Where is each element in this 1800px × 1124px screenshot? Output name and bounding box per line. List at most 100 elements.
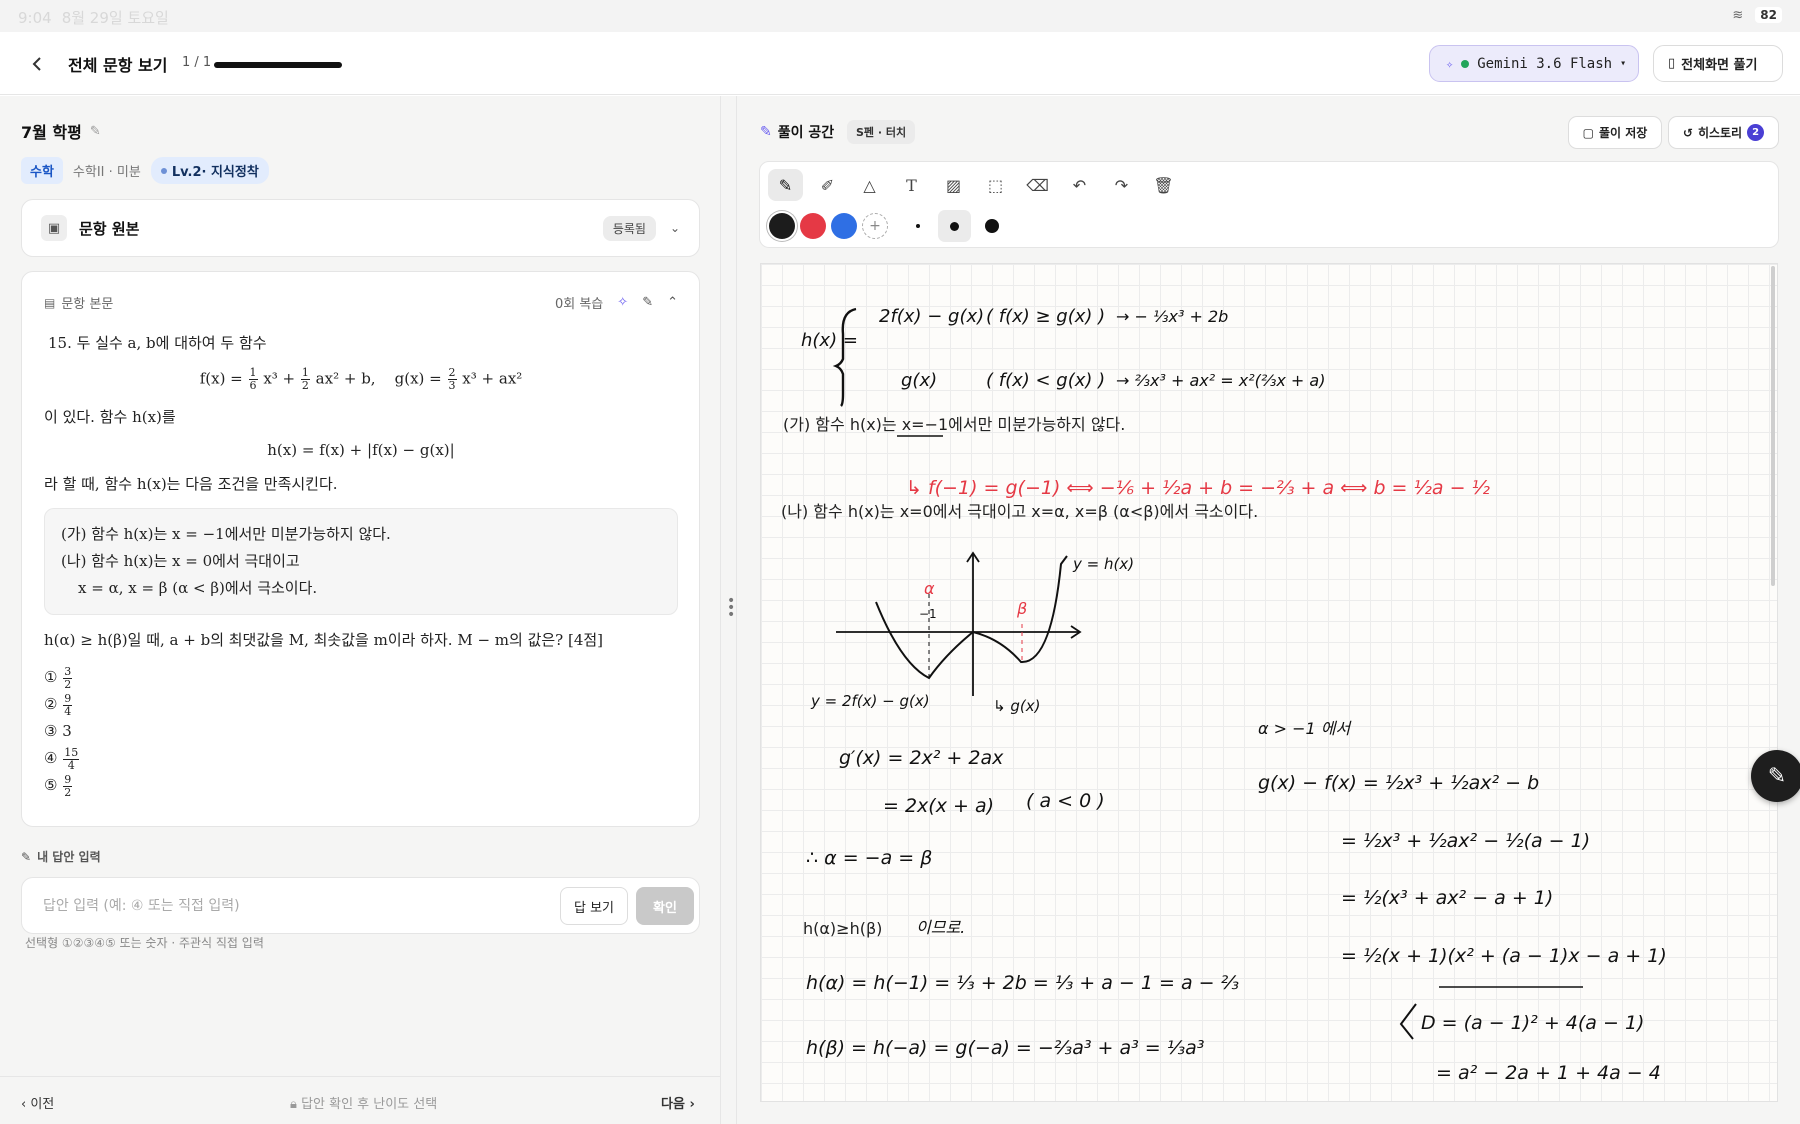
denominator: 6 xyxy=(249,379,257,392)
hw-graph-left-label: y = 2f(x) − g(x) xyxy=(810,692,930,710)
input-mode-badge: S펜 · 터치 xyxy=(847,120,916,144)
problem-line-2: 이 있다. 함수 h(x)를 xyxy=(44,408,176,426)
hw-arrow xyxy=(1399,1003,1417,1040)
level-dot xyxy=(160,167,167,174)
choice-number: ④ xyxy=(44,749,58,767)
floating-pen-button[interactable]: ✎ xyxy=(1751,750,1800,802)
show-answer-button[interactable]: 답 보기 xyxy=(560,887,628,925)
exam-title: 7월 학평 xyxy=(21,123,82,142)
image-tool[interactable]: ▨ xyxy=(936,169,971,201)
lasso-icon: ⬚ xyxy=(987,175,1004,195)
hw-graph-right-label: ↳ g(x) xyxy=(993,697,1040,715)
history-count-badge: 2 xyxy=(1747,124,1765,141)
shape-tool[interactable]: △ xyxy=(852,169,887,201)
hw-case1-res: → − ⅓x³ + 2b xyxy=(1116,307,1228,326)
choice-4[interactable]: ④ 15 4 xyxy=(44,745,678,772)
color-red[interactable] xyxy=(800,213,826,239)
gx-label: g(x) = xyxy=(394,369,447,388)
choice-list: ① 32 ② 94 ③ 3 ④ 15 4 ⑤ 92 xyxy=(44,664,678,799)
typed-condition-1: (가) 함수 h(x)는 x=−1에서만 미분가능하지 않다. xyxy=(783,415,1125,434)
confirm-button[interactable]: 확인 xyxy=(636,887,694,925)
pane-resize-handle[interactable]: • • • xyxy=(720,96,737,1124)
hw-h-alpha: h(α) = h(−1) = ⅓ + 2b = ⅓ + a − 1 = a − … xyxy=(806,972,1239,994)
condition-1: (가) 함수 h(x)는 x = −1에서만 미분가능하지 않다. xyxy=(61,525,391,543)
pen-tool[interactable]: ✎ xyxy=(768,169,803,201)
clear-button[interactable]: 🗑︎ xyxy=(1146,169,1181,201)
choice-3[interactable]: ③ 3 xyxy=(44,718,678,745)
eraser-icon: ⌫ xyxy=(1026,175,1049,195)
tag-subject: 수학 xyxy=(21,157,63,184)
choice-number: ② xyxy=(44,695,58,713)
hw-gprime-1: g′(x) = 2x² + 2ax xyxy=(839,747,1004,769)
hw-minus-one: −1 xyxy=(919,607,937,621)
status-bar: 9:04 8월 29일 토요일 ≋ 82 xyxy=(0,0,1800,32)
tag-level-label: Lv.2· 지식정착 xyxy=(171,165,259,180)
fraction: 23 xyxy=(447,367,457,392)
sparkle-icon: ✧ xyxy=(1446,56,1454,71)
ai-sparkle-icon[interactable]: ✧ xyxy=(617,295,628,310)
chevron-up-icon[interactable]: ⌃ xyxy=(667,295,678,310)
undo-button[interactable]: ↶ xyxy=(1062,169,1097,201)
shapes-icon: △ xyxy=(863,175,876,195)
color-black[interactable] xyxy=(769,213,795,239)
model-selector[interactable]: ✧ Gemini 3.6 Flash ▾ xyxy=(1429,45,1639,82)
chevron-down-icon[interactable]: ⌄ xyxy=(670,221,680,235)
fullscreen-button[interactable]: ▯ 전체화면 풀기 xyxy=(1653,45,1783,82)
prev-button[interactable]: ‹ 이전 xyxy=(21,1093,54,1112)
add-color-button[interactable]: + xyxy=(862,213,888,239)
redo-icon: ↷ xyxy=(1114,175,1129,195)
undo-icon: ↶ xyxy=(1072,175,1087,195)
denominator: 2 xyxy=(64,785,72,799)
pen-icon: ✎ xyxy=(1767,763,1787,789)
hw-case1-cond: ( f(x) ≥ g(x) ) xyxy=(986,306,1105,327)
stroke-small[interactable] xyxy=(901,210,934,242)
select-tool[interactable]: ⬚ xyxy=(978,169,1013,201)
highlighter-tool[interactable]: ✐ xyxy=(810,169,845,201)
hw-right-1: g(x) − f(x) = ½x³ + ½ax² − b xyxy=(1258,772,1539,794)
hw-gprime-2: = 2x(x + a) xyxy=(883,795,994,817)
hw-brace xyxy=(832,307,857,407)
progress-fill xyxy=(214,62,342,68)
fraction: 12 xyxy=(300,367,310,392)
book-icon: ▯ xyxy=(1668,56,1676,71)
history-icon: ↺ xyxy=(1682,125,1693,140)
answer-input[interactable] xyxy=(43,894,563,918)
gx-part: x³ + ax² xyxy=(462,369,523,388)
problem-footer: ‹ 이전 🔒︎ 답안 확인 후 난이도 선택 다음 › xyxy=(0,1076,720,1124)
fraction: 16 xyxy=(248,367,258,392)
denominator: 4 xyxy=(64,704,72,718)
trash-icon: 🗑︎ xyxy=(1153,175,1174,195)
original-card[interactable]: ▣ 문항 원본 등록됨 ⌄ xyxy=(21,199,700,257)
workspace-title: 풀이 공간 xyxy=(777,125,835,141)
history-button[interactable]: ↺ 히스토리 2 xyxy=(1668,116,1779,149)
color-row: + xyxy=(769,210,1008,242)
color-blue[interactable] xyxy=(831,213,857,239)
stroke-size-row xyxy=(901,210,1008,242)
eraser-tool[interactable]: ⌫ xyxy=(1020,169,1055,201)
page-title: 전체 문항 보기 xyxy=(68,56,168,75)
redo-button[interactable]: ↷ xyxy=(1104,169,1139,201)
text-tool[interactable]: T xyxy=(894,169,929,201)
next-button[interactable]: 다음 › xyxy=(661,1093,695,1112)
stroke-medium[interactable] xyxy=(938,210,971,242)
choice-2[interactable]: ② 94 xyxy=(44,691,678,718)
choice-1[interactable]: ① 32 xyxy=(44,664,678,691)
choice-number: ⑤ xyxy=(44,776,58,794)
stroke-large[interactable] xyxy=(975,210,1008,242)
denominator: 2 xyxy=(301,379,309,392)
edit-icon[interactable]: ✎ xyxy=(642,295,653,310)
fx-part2: ax² + b, xyxy=(315,369,376,388)
problem-card-title: 문항 본문 xyxy=(61,297,114,312)
review-count: 0회 복습 xyxy=(554,297,604,312)
difficulty-hint: 🔒︎ 답안 확인 후 난이도 선택 xyxy=(290,1093,437,1112)
save-solution-button[interactable]: ▢ 풀이 저장 xyxy=(1568,116,1662,149)
edit-icon[interactable]: ✎ xyxy=(90,124,101,139)
numerator: 15 xyxy=(63,745,80,760)
answer-label-row: ✎ 내 답안 입력 xyxy=(21,848,101,865)
drawing-canvas[interactable]: h(x) = 2f(x) − g(x) ( f(x) ≥ g(x) ) → − … xyxy=(760,263,1778,1102)
fx-label: f(x) = xyxy=(199,369,248,388)
back-button[interactable] xyxy=(22,49,52,79)
choice-5[interactable]: ⑤ 92 xyxy=(44,772,678,799)
save-label: 풀이 저장 xyxy=(1599,126,1648,140)
problem-question: h(α) ≥ h(β)일 때, a + b의 최댓값을 M, 최솟값을 m이라 … xyxy=(44,631,604,649)
